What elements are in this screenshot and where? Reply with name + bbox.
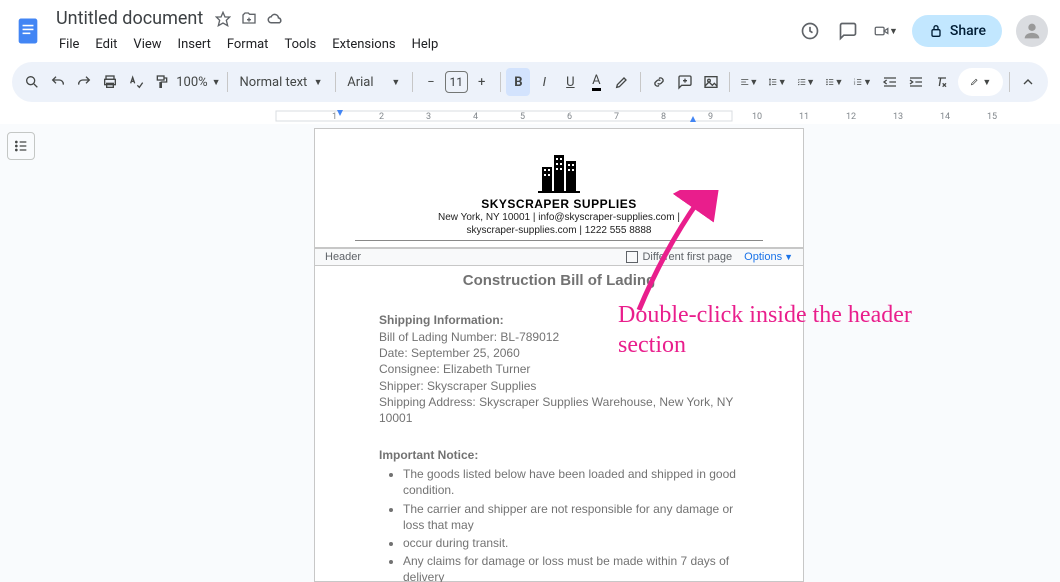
svg-text:9: 9: [708, 112, 713, 122]
svg-text:7: 7: [614, 112, 619, 122]
svg-text:6: 6: [567, 112, 572, 122]
document-page[interactable]: SKYSCRAPER SUPPLIES New York, NY 10001 |…: [314, 128, 804, 582]
menu-format[interactable]: Format: [220, 33, 276, 56]
svg-text:1: 1: [332, 112, 337, 122]
bold-button[interactable]: B: [506, 68, 530, 96]
header-options-dropdown[interactable]: Options ▼: [744, 251, 793, 263]
list-item: occur during transit.: [403, 535, 739, 551]
toolbar: 100%▼ Normal text▼ Arial▼ − 11 + B I U A…: [12, 62, 1048, 102]
title-bar: Untitled document File Edit View Insert …: [0, 0, 1060, 56]
text-color-button[interactable]: A: [584, 68, 608, 96]
share-button[interactable]: Share: [912, 15, 1002, 47]
list-item: The goods listed below have been loaded …: [403, 466, 739, 498]
share-label: Share: [950, 23, 986, 39]
undo-icon[interactable]: [46, 68, 70, 96]
list-item: Any claims for damage or loss must be ma…: [403, 553, 739, 582]
comments-icon[interactable]: [836, 19, 860, 43]
menu-file[interactable]: File: [52, 33, 86, 56]
page-header[interactable]: SKYSCRAPER SUPPLIES New York, NY 10001 |…: [315, 129, 803, 248]
svg-text:15: 15: [987, 112, 997, 122]
redo-icon[interactable]: [72, 68, 96, 96]
svg-text:13: 13: [893, 112, 903, 122]
indent-decrease-button[interactable]: [878, 68, 902, 96]
svg-text:5: 5: [520, 112, 525, 122]
company-info-1: New York, NY 10001 | info@skyscraper-sup…: [355, 211, 763, 224]
font-select[interactable]: Arial▼: [341, 68, 406, 96]
collapse-toolbar-icon[interactable]: [1016, 68, 1040, 96]
svg-text:2: 2: [379, 112, 384, 122]
docs-logo-icon[interactable]: [12, 15, 44, 47]
header-label: Header: [325, 251, 361, 263]
bulleted-list-button[interactable]: ▼: [821, 68, 847, 96]
line-spacing-button[interactable]: ▼: [764, 68, 790, 96]
clear-formatting-button[interactable]: [930, 68, 954, 96]
cloud-status-icon[interactable]: [265, 9, 285, 29]
spellcheck-icon[interactable]: [124, 68, 148, 96]
insert-image-icon[interactable]: [699, 68, 723, 96]
svg-text:3: 3: [854, 82, 856, 86]
indent-increase-button[interactable]: [904, 68, 928, 96]
font-size-decrease[interactable]: −: [419, 68, 443, 96]
print-icon[interactable]: [98, 68, 122, 96]
menu-bar: File Edit View Insert Format Tools Exten…: [52, 33, 798, 56]
font-size-input[interactable]: 11: [445, 71, 468, 93]
menu-insert[interactable]: Insert: [171, 33, 218, 56]
vertical-ruler[interactable]: [42, 124, 58, 582]
menu-help[interactable]: Help: [405, 33, 446, 56]
document-title[interactable]: Untitled document: [52, 6, 207, 31]
zoom-select[interactable]: 100%▼: [176, 68, 221, 96]
page-body[interactable]: Construction Bill of Lading Shipping Inf…: [315, 266, 803, 582]
svg-text:10: 10: [752, 112, 762, 122]
style-select[interactable]: Normal text▼: [234, 68, 329, 96]
notice-heading: Important Notice:: [379, 448, 739, 462]
header-footer-bar: Header Different first page Options ▼: [315, 248, 803, 266]
underline-button[interactable]: U: [558, 68, 582, 96]
menu-edit[interactable]: Edit: [88, 33, 124, 56]
company-info-2: skyscraper-supplies.com | 1222 555 8888: [355, 224, 763, 237]
shipping-line: Consignee: Elizabeth Turner: [379, 361, 739, 377]
align-button[interactable]: ▼: [736, 68, 762, 96]
svg-text:12: 12: [846, 112, 856, 122]
shipping-heading: Shipping Information:: [379, 313, 739, 327]
font-size-increase[interactable]: +: [470, 68, 494, 96]
document-heading: Construction Bill of Lading: [379, 272, 739, 289]
svg-text:8: 8: [661, 112, 666, 122]
history-icon[interactable]: [798, 19, 822, 43]
move-icon[interactable]: [239, 9, 259, 29]
insert-link-icon[interactable]: [647, 68, 671, 96]
highlight-button[interactable]: [610, 68, 634, 96]
menu-view[interactable]: View: [126, 33, 168, 56]
shipping-line: Date: September 25, 2060: [379, 345, 739, 361]
svg-text:3: 3: [426, 112, 431, 122]
list-item: The carrier and shipper are not responsi…: [403, 501, 739, 533]
svg-text:14: 14: [940, 112, 950, 122]
shipping-line: Shipper: Skyscraper Supplies: [379, 378, 739, 394]
horizontal-ruler[interactable]: 123 456 789 101112 131415: [42, 108, 1060, 124]
paint-format-icon[interactable]: [150, 68, 174, 96]
menu-tools[interactable]: Tools: [277, 33, 323, 56]
account-avatar[interactable]: [1016, 15, 1048, 47]
different-first-page-checkbox[interactable]: Different first page: [626, 251, 732, 263]
add-comment-icon[interactable]: [673, 68, 697, 96]
search-icon[interactable]: [20, 68, 44, 96]
company-logo-icon: [355, 149, 763, 193]
notice-list: The goods listed below have been loaded …: [379, 466, 739, 582]
svg-text:4: 4: [473, 112, 478, 122]
numbered-list-button[interactable]: 123▼: [849, 68, 875, 96]
document-outline-button[interactable]: [7, 132, 35, 160]
editing-mode-button[interactable]: ▼: [958, 68, 1003, 96]
svg-text:11: 11: [799, 112, 809, 122]
shipping-line: Bill of Lading Number: BL-789012: [379, 329, 739, 345]
italic-button[interactable]: I: [532, 68, 556, 96]
meet-icon[interactable]: ▼: [874, 19, 898, 43]
shipping-line: Shipping Address: Skyscraper Supplies Wa…: [379, 394, 739, 426]
star-icon[interactable]: [213, 9, 233, 29]
company-name: SKYSCRAPER SUPPLIES: [355, 197, 763, 211]
menu-extensions[interactable]: Extensions: [325, 33, 402, 56]
checklist-button[interactable]: ▼: [793, 68, 819, 96]
workspace: SKYSCRAPER SUPPLIES New York, NY 10001 |…: [0, 124, 1060, 582]
